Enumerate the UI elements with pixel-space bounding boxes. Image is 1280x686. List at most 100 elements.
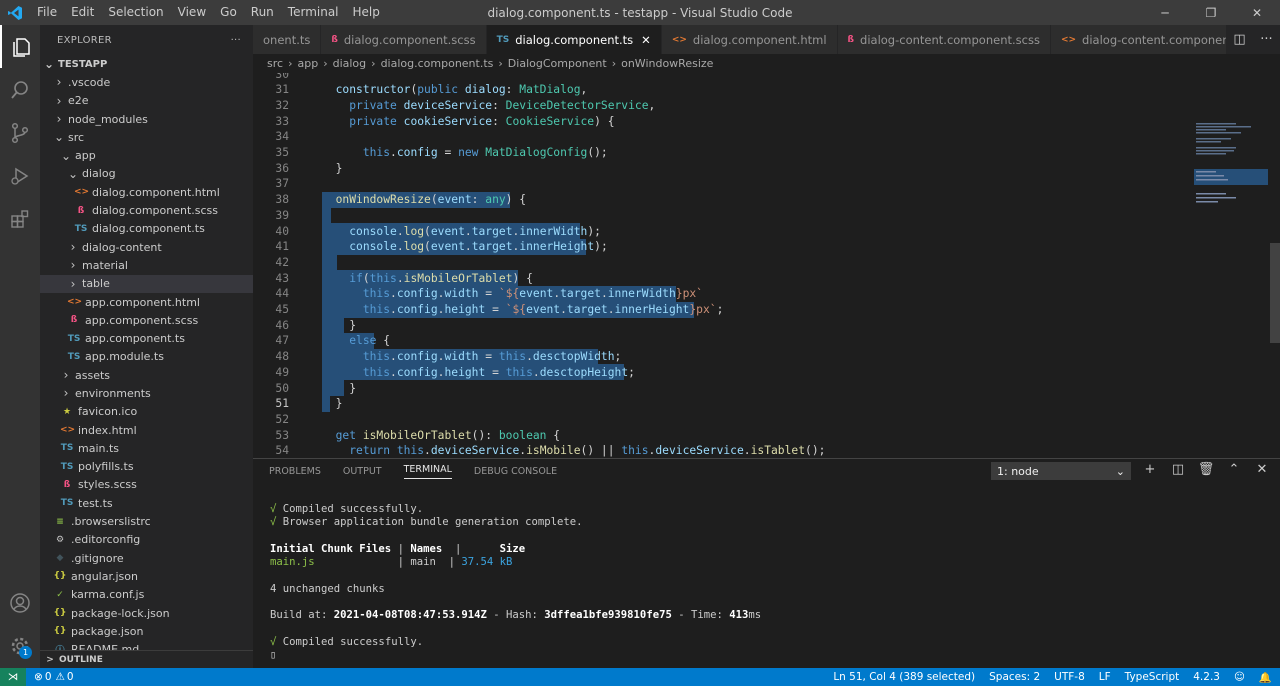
cursor-position[interactable]: Ln 51, Col 4 (389 selected): [833, 671, 975, 683]
tree-item[interactable]: TS app.module.ts: [40, 348, 253, 366]
tree-item[interactable]: ⌄ TESTAPP: [40, 55, 253, 73]
tree-item[interactable]: TS test.ts: [40, 494, 253, 512]
tree-item[interactable]: ✓ karma.conf.js: [40, 586, 253, 604]
account-icon[interactable]: [0, 581, 40, 624]
code-line[interactable]: 47 else {: [253, 333, 1193, 349]
menu-item-edit[interactable]: Edit: [64, 0, 101, 25]
tree-item[interactable]: {} package-lock.json: [40, 604, 253, 622]
maximize-panel-icon[interactable]: ⌃: [1224, 462, 1244, 477]
kill-terminal-icon[interactable]: 🗑: [1196, 462, 1216, 477]
warning-icon[interactable]: ⚠: [56, 671, 65, 683]
editor-tab[interactable]: onent.ts: [253, 25, 322, 54]
tree-item[interactable]: ⚙ .editorconfig: [40, 531, 253, 549]
tree-item[interactable]: {} angular.json: [40, 567, 253, 585]
breadcrumb-item[interactable]: onWindowResize: [621, 57, 713, 70]
split-terminal-icon[interactable]: ◫: [1168, 462, 1188, 477]
code-line[interactable]: 30: [253, 73, 1193, 82]
menu-item-help[interactable]: Help: [346, 0, 387, 25]
tree-item[interactable]: › table: [40, 274, 253, 293]
menu-item-go[interactable]: Go: [213, 0, 244, 25]
code-line[interactable]: 49 this. config. height = this. desctopHeig…: [253, 364, 1193, 380]
outline-section[interactable]: > OUTLINE: [40, 650, 253, 668]
tree-item[interactable]: ⌄ dialog: [40, 165, 253, 183]
tree-item[interactable]: › .vscode: [40, 73, 253, 91]
errors-icon[interactable]: ⊗: [34, 671, 43, 683]
tree-item[interactable]: TS polyfills.ts: [40, 458, 253, 476]
tree-item[interactable]: › dialog-content: [40, 238, 253, 256]
editor-scrollbar[interactable]: [1270, 243, 1280, 343]
code-line[interactable]: 41 console. log(event. target. innerHeight)…: [253, 239, 1193, 255]
editor-tab[interactable]: ß dialog.component.scss: [321, 25, 487, 54]
tree-item[interactable]: › assets: [40, 366, 253, 384]
tree-item[interactable]: TS main.ts: [40, 439, 253, 457]
code-line[interactable]: 53 get isMobileOrTablet (): boolean {: [253, 427, 1193, 443]
editor-tab[interactable]: <> dialog.component.html: [661, 25, 838, 54]
editor-tab[interactable]: TS dialog.component.ts ✕: [486, 25, 662, 54]
breadcrumb-item[interactable]: dialog: [333, 57, 367, 70]
code-line[interactable]: 31 constructor(public dialog: MatDialog,: [253, 82, 1193, 98]
code-line[interactable]: 48 this. config. width = this. desctopWidth…: [253, 349, 1193, 365]
tree-item[interactable]: › environments: [40, 384, 253, 402]
menu-item-run[interactable]: Run: [244, 0, 281, 25]
close-panel-icon[interactable]: ✕: [1252, 462, 1272, 477]
tree-item[interactable]: ß dialog.component.scss: [40, 201, 253, 219]
explorer-icon[interactable]: [0, 25, 40, 68]
more-actions-icon[interactable]: ···: [1253, 32, 1280, 47]
code-line[interactable]: 38 onWindowResize(event: any) {: [253, 192, 1193, 208]
close-icon[interactable]: ✕: [1234, 0, 1280, 25]
remote-icon[interactable]: ⋊: [0, 668, 26, 686]
search-icon[interactable]: [0, 68, 40, 111]
tree-item[interactable]: ◆ .gitignore: [40, 549, 253, 567]
feedback-icon[interactable]: ☺: [1234, 671, 1245, 683]
code-line[interactable]: 32 private deviceService: DeviceDetector…: [253, 97, 1193, 113]
terminal-select[interactable]: 1: node ⌄: [991, 462, 1131, 480]
run-debug-icon[interactable]: [0, 154, 40, 197]
error-count[interactable]: 0: [45, 671, 52, 683]
code-line[interactable]: 43 if(this. isMobileOrTablet) {: [253, 270, 1193, 286]
editor-tab[interactable]: ß dialog-content.component.scss: [837, 25, 1051, 54]
breadcrumb-item[interactable]: app: [297, 57, 318, 70]
minimize-icon[interactable]: ─: [1142, 0, 1188, 25]
panel-tab-debug-console[interactable]: DEBUG CONSOLE: [474, 466, 557, 477]
source-control-icon[interactable]: [0, 111, 40, 154]
code-line[interactable]: 46 }: [253, 317, 1193, 333]
tree-item[interactable]: › node_modules: [40, 110, 253, 128]
code-line[interactable]: 39: [253, 207, 1193, 223]
panel-tab-problems[interactable]: PROBLEMS: [269, 466, 321, 477]
close-tab-icon[interactable]: ✕: [641, 33, 651, 47]
extensions-icon[interactable]: [0, 197, 40, 240]
notifications-icon[interactable]: 🔔: [1259, 671, 1272, 684]
tree-item[interactable]: ß styles.scss: [40, 476, 253, 494]
panel-tab-terminal[interactable]: TERMINAL: [403, 464, 452, 479]
ts-version[interactable]: 4.2.3: [1193, 671, 1220, 683]
indentation[interactable]: Spaces: 2: [989, 671, 1040, 683]
code-line[interactable]: 50 }: [253, 380, 1193, 396]
tree-item[interactable]: ⌄ src: [40, 128, 253, 146]
menu-item-view[interactable]: View: [171, 0, 213, 25]
tree-item[interactable]: <> index.html: [40, 421, 253, 439]
menu-item-terminal[interactable]: Terminal: [281, 0, 346, 25]
tree-item[interactable]: TS app.component.ts: [40, 329, 253, 347]
settings-gear-icon[interactable]: 1: [0, 624, 40, 667]
code-line[interactable]: 40 console. log(event. target. innerWidth);: [253, 223, 1193, 239]
tree-item[interactable]: ß app.component.scss: [40, 311, 253, 329]
code-line[interactable]: 44 this. config. width = `${event. target. i…: [253, 286, 1193, 302]
code-line[interactable]: 51 }: [253, 396, 1193, 412]
language-mode[interactable]: TypeScript: [1125, 671, 1180, 683]
tree-item[interactable]: TS dialog.component.ts: [40, 220, 253, 238]
warning-count[interactable]: 0: [67, 671, 74, 683]
code-line[interactable]: 52: [253, 411, 1193, 427]
minimap[interactable]: [1194, 121, 1268, 221]
code-editor[interactable]: 30 31 constructor(public dialog: MatDialo…: [253, 73, 1280, 458]
code-line[interactable]: 54 return this. deviceService. isMobile() …: [253, 443, 1193, 458]
code-line[interactable]: 33 private cookieService: CookieService)…: [253, 113, 1193, 129]
breadcrumb-item[interactable]: src: [267, 57, 283, 70]
code-line[interactable]: 34: [253, 129, 1193, 145]
tree-item[interactable]: ★ favicon.ico: [40, 403, 253, 421]
end-of-line[interactable]: LF: [1099, 671, 1111, 683]
code-line[interactable]: 42: [253, 254, 1193, 270]
terminal-output[interactable]: √ Compiled successfully. √ Browser applic…: [270, 503, 761, 663]
new-terminal-icon[interactable]: +: [1140, 462, 1160, 477]
panel-tab-output[interactable]: OUTPUT: [343, 466, 382, 477]
tree-item[interactable]: {} package.json: [40, 622, 253, 640]
